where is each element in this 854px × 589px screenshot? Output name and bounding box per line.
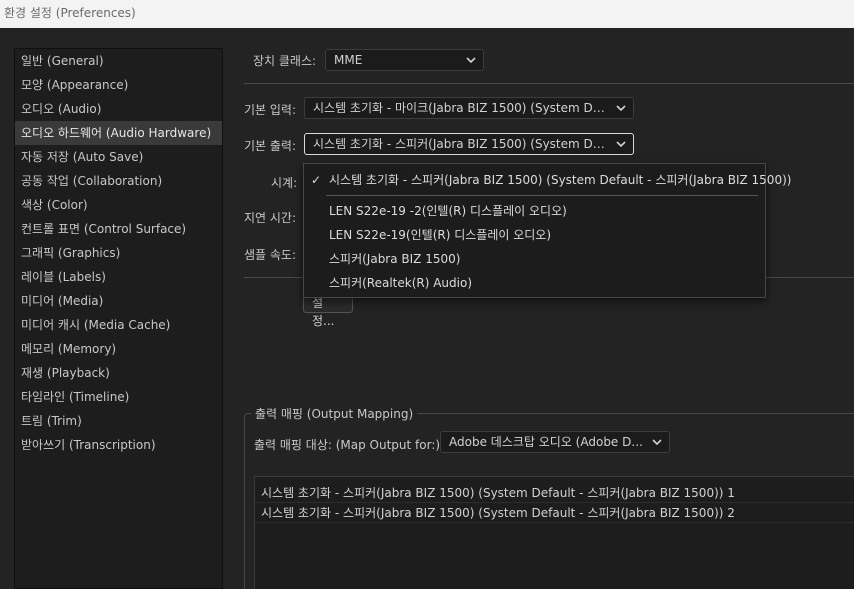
chevron-down-icon bbox=[466, 57, 476, 64]
device-class-label: 장치 클래스: bbox=[253, 54, 317, 68]
map-output-for-select[interactable]: Adobe 데스크탑 오디오 (Adobe D... bbox=[440, 431, 670, 453]
device-class-select[interactable]: MME bbox=[325, 49, 484, 71]
checkmark-icon: ✓ bbox=[311, 173, 322, 187]
clock-label: 시계: bbox=[271, 176, 298, 190]
default-input-value: 시스템 초기화 - 마이크(Jabra BIZ 1500) (System De… bbox=[313, 101, 631, 115]
chevron-down-icon bbox=[616, 141, 626, 148]
default-output-select[interactable]: 시스템 초기화 - 스피커(Jabra BIZ 1500) (System De… bbox=[304, 133, 634, 155]
mapping-row[interactable]: 시스템 초기화 - 스피커(Jabra BIZ 1500) (System De… bbox=[255, 483, 854, 503]
dropdown-item-system-default[interactable]: ✓ 시스템 초기화 - 스피커(Jabra BIZ 1500) (System … bbox=[304, 168, 791, 192]
dropdown-item-label: 시스템 초기화 - 스피커(Jabra BIZ 1500) (System De… bbox=[329, 173, 792, 187]
default-input-select[interactable]: 시스템 초기화 - 마이크(Jabra BIZ 1500) (System De… bbox=[304, 97, 634, 119]
sidebar-item-memory[interactable]: 메모리 (Memory) bbox=[15, 337, 222, 361]
section-divider bbox=[244, 83, 854, 84]
map-output-for-label: 출력 매핑 대상: (Map Output for:) bbox=[254, 438, 441, 452]
output-mapping-title: 출력 매핑 (Output Mapping) bbox=[251, 405, 418, 422]
sidebar-item-transcription[interactable]: 받아쓰기 (Transcription) bbox=[15, 433, 222, 457]
sidebar-item-control-surface[interactable]: 컨트롤 표면 (Control Surface) bbox=[15, 217, 222, 241]
default-output-value: 시스템 초기화 - 스피커(Jabra BIZ 1500) (System De… bbox=[313, 137, 631, 151]
sidebar-item-media-cache[interactable]: 미디어 캐시 (Media Cache) bbox=[15, 313, 222, 337]
window-title: 환경 설정 (Preferences) bbox=[0, 0, 854, 28]
sidebar-item-collaboration[interactable]: 공동 작업 (Collaboration) bbox=[15, 169, 222, 193]
latency-label: 지연 시간: bbox=[244, 211, 297, 225]
device-class-value: MME bbox=[334, 53, 363, 67]
mapping-row[interactable]: 시스템 초기화 - 스피커(Jabra BIZ 1500) (System De… bbox=[255, 503, 854, 523]
default-input-label: 기본 입력: bbox=[244, 103, 297, 117]
sidebar-item-audio[interactable]: 오디오 (Audio) bbox=[15, 97, 222, 121]
dropdown-item-jabra-speaker[interactable]: 스피커(Jabra BIZ 1500) bbox=[304, 247, 765, 271]
sidebar-item-trim[interactable]: 트림 (Trim) bbox=[15, 409, 222, 433]
dropdown-item-len-s22e-19-2[interactable]: LEN S22e-19 -2(인텔(R) 디스플레이 오디오) bbox=[304, 199, 765, 223]
sidebar-item-playback[interactable]: 재생 (Playback) bbox=[15, 361, 222, 385]
sidebar-item-appearance[interactable]: 모양 (Appearance) bbox=[15, 73, 222, 97]
sidebar-item-color[interactable]: 색상 (Color) bbox=[15, 193, 222, 217]
default-output-dropdown: ✓ 시스템 초기화 - 스피커(Jabra BIZ 1500) (System … bbox=[303, 163, 791, 298]
dropdown-item-realtek-speaker[interactable]: 스피커(Realtek(R) Audio) bbox=[304, 271, 765, 295]
sidebar-item-auto-save[interactable]: 자동 저장 (Auto Save) bbox=[15, 145, 222, 169]
sidebar-item-general[interactable]: 일반 (General) bbox=[15, 49, 222, 73]
chevron-down-icon bbox=[652, 439, 662, 446]
sidebar-item-graphics[interactable]: 그래픽 (Graphics) bbox=[15, 241, 222, 265]
map-output-for-value: Adobe 데스크탑 오디오 (Adobe D... bbox=[449, 435, 643, 449]
output-mapping-list[interactable]: 시스템 초기화 - 스피커(Jabra BIZ 1500) (System De… bbox=[254, 476, 854, 589]
sidebar-item-media[interactable]: 미디어 (Media) bbox=[15, 289, 222, 313]
chevron-down-icon bbox=[616, 105, 626, 112]
default-output-label: 기본 출력: bbox=[244, 139, 297, 153]
sidebar-item-labels[interactable]: 레이블 (Labels) bbox=[15, 265, 222, 289]
sample-rate-label: 샘플 속도: bbox=[244, 248, 297, 262]
dropdown-item-len-s22e-19[interactable]: LEN S22e-19(인텔(R) 디스플레이 오디오) bbox=[304, 223, 765, 247]
dropdown-separator bbox=[326, 195, 758, 196]
sidebar-item-timeline[interactable]: 타임라인 (Timeline) bbox=[15, 385, 222, 409]
sidebar-item-audio-hardware[interactable]: 오디오 하드웨어 (Audio Hardware) bbox=[15, 121, 222, 145]
preferences-sidebar: 일반 (General) 모양 (Appearance) 오디오 (Audio)… bbox=[14, 48, 223, 589]
